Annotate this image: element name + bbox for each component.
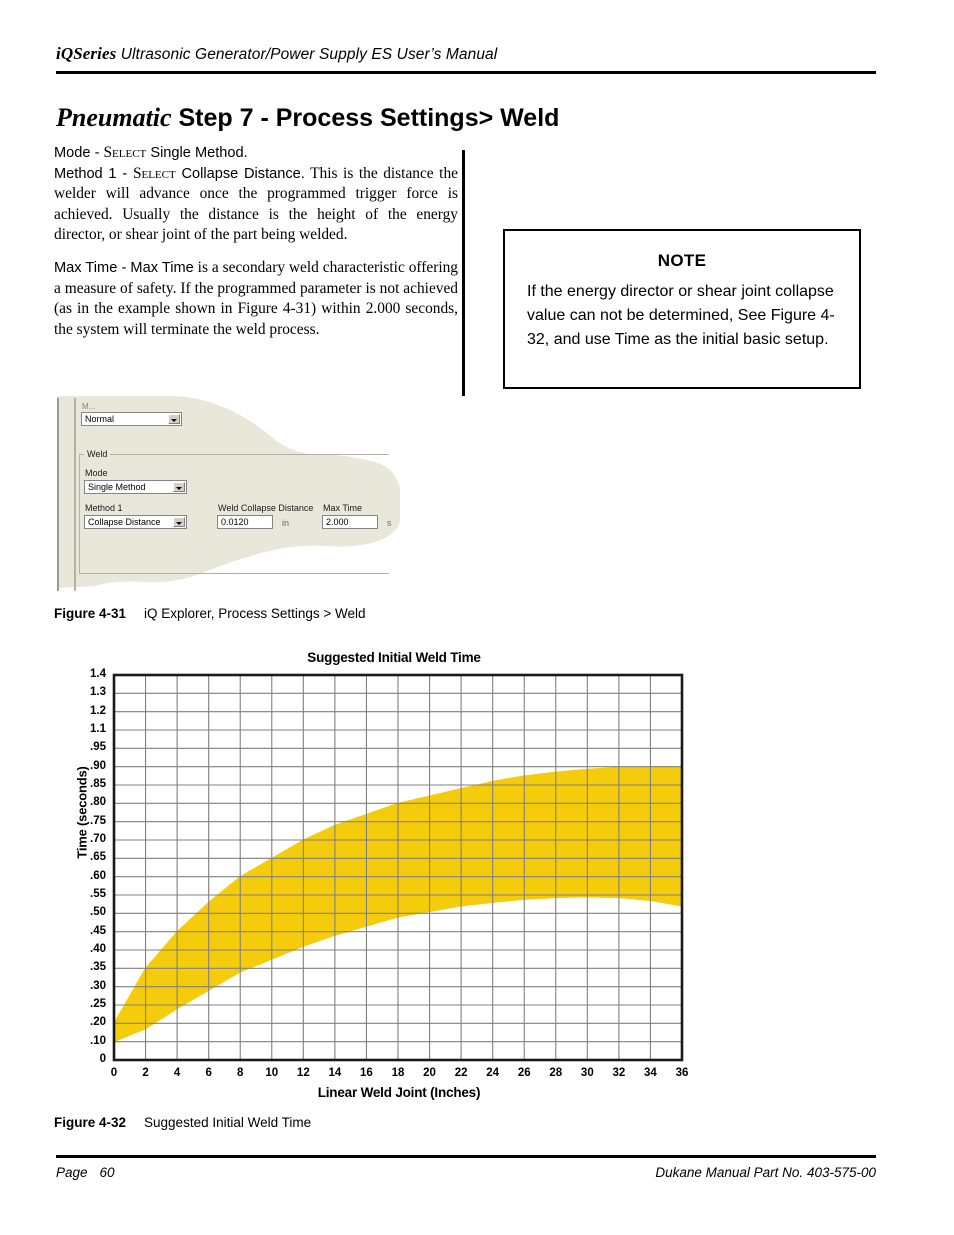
figure-4-32-caption: Figure 4-32 Suggested Initial Weld Time [54, 1115, 311, 1130]
iq-explorer-weld-panel: M... Normal Weld Mode Single Method Meth… [55, 396, 405, 596]
weld-collapse-distance-units: in [282, 518, 290, 528]
chevron-down-icon[interactable] [173, 517, 185, 527]
brand-name: iQSeries [56, 44, 117, 63]
footer-divider [56, 1155, 876, 1158]
header-divider [56, 71, 876, 74]
top-group-label-partial: M... [82, 402, 96, 411]
max-time-units: s [387, 518, 392, 528]
weld-mode-label: Mode [85, 468, 108, 478]
page-title: Pneumatic Step 7 - Process Settings> Wel… [56, 103, 876, 133]
page-title-main: Step 7 - Process Settings> Weld [171, 104, 560, 132]
footer-page: Page 60 [56, 1165, 115, 1180]
maxtime-term: Max Time - Max Time [54, 259, 194, 276]
footer-page-number: 60 [99, 1165, 115, 1180]
weld-collapse-distance-input[interactable]: 0.0120 [217, 515, 273, 529]
method1-label: Method 1 [85, 503, 123, 513]
weld-groupbox-title: Weld [84, 449, 111, 459]
figure-4-31-text: iQ Explorer, Process Settings > Weld [144, 606, 366, 621]
panel-left-edge-outer [57, 398, 59, 591]
footer-page-word: Page [56, 1165, 88, 1180]
paragraph-mode: Mode - Select Single Method. [54, 143, 458, 164]
max-time-value: 2.000 [326, 517, 349, 527]
max-time-input[interactable]: 2.000 [322, 515, 378, 529]
method1-combo[interactable]: Collapse Distance [84, 515, 187, 529]
chart-title: Suggested Initial Weld Time [254, 650, 534, 665]
top-mode-combo-value: Normal [85, 414, 115, 424]
panel-left-edge-inner [74, 398, 76, 591]
header-title-text: Ultrasonic Generator/Power Supply ES Use… [116, 46, 498, 63]
note-body: If the energy director or shear joint co… [527, 283, 835, 348]
method1-dash: - [116, 165, 133, 182]
figure-4-31-caption: Figure 4-31 iQ Explorer, Process Settings… [54, 606, 366, 621]
note-title: NOTE [657, 251, 707, 270]
max-time-label: Max Time [323, 503, 363, 513]
header-running-title: iQSeries Ultrasonic Generator/Power Supp… [56, 44, 876, 64]
mode-select-word: Select [103, 144, 147, 161]
page-title-prefix: Pneumatic [56, 103, 172, 132]
page-header: iQSeries Ultrasonic Generator/Power Supp… [56, 44, 876, 64]
figure-4-31-image: M... Normal Weld Mode Single Method Meth… [55, 396, 405, 596]
method1-combo-value: Collapse Distance [88, 517, 161, 527]
mode-term: Mode [54, 145, 91, 161]
top-mode-combo[interactable]: Normal [81, 412, 182, 426]
weld-collapse-distance-label: Weld Collapse Distance [218, 503, 314, 513]
method1-term: Method 1 [54, 165, 117, 182]
method1-select-word: Select [132, 164, 176, 182]
chevron-down-icon[interactable] [168, 414, 180, 424]
figure-4-32-number: Figure 4-32 [54, 1115, 127, 1130]
figure-4-32-text: Suggested Initial Weld Time [144, 1115, 312, 1130]
weld-collapse-distance-value: 0.0120 [221, 517, 249, 527]
weld-mode-combo-value: Single Method [88, 482, 146, 492]
weld-mode-combo[interactable]: Single Method [84, 480, 187, 494]
mode-value: Single Method. [146, 145, 248, 161]
column-divider [462, 150, 465, 396]
figure-4-32-chart: Suggested Initial Weld Time Time (second… [54, 645, 704, 1105]
body-text-column: Mode - Select Single Method. Method 1 - … [54, 143, 458, 352]
paragraph-maxtime: Max Time - Max Time is a secondary weld … [54, 258, 458, 340]
figure-4-31-number: Figure 4-31 [54, 606, 127, 621]
chevron-down-icon[interactable] [173, 482, 185, 492]
note-box: NOTE If the energy director or shear joi… [503, 229, 861, 389]
paragraph-method1: Method 1 - Select Collapse Distance. Thi… [54, 164, 458, 246]
weld-groupbox [79, 454, 389, 574]
method1-value: Collapse Distance. [175, 165, 305, 182]
mode-dash: - [90, 145, 104, 161]
footer-part-number: Dukane Manual Part No. 403-575-00 [655, 1165, 876, 1180]
chart-plot-area [112, 673, 684, 1062]
